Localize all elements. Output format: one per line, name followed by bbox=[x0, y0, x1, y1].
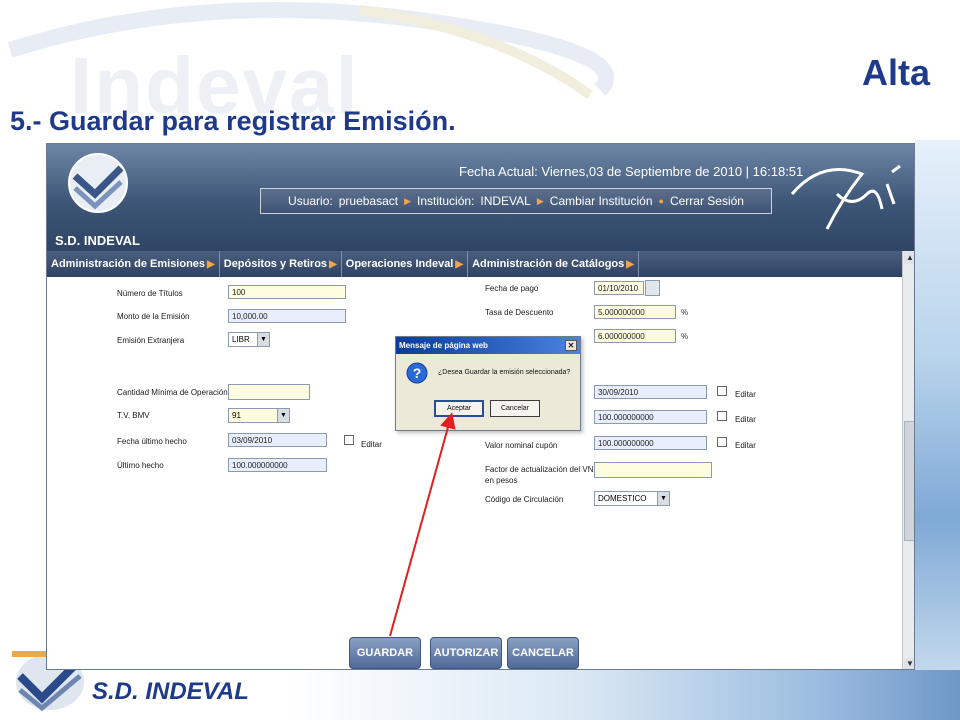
codigo-circulacion-select[interactable]: DOMESTICO ▼ bbox=[594, 491, 670, 506]
chevron-down-icon[interactable]: ▼ bbox=[657, 492, 669, 505]
fecha-field-2[interactable]: 30/09/2010 bbox=[594, 385, 707, 399]
app-window: S.D. INDEVAL Fecha Actual: Viernes,03 de… bbox=[46, 143, 915, 670]
menu-administracion-emisiones[interactable]: Administración de Emisiones ▶ bbox=[47, 251, 220, 277]
editar-checkbox[interactable] bbox=[344, 435, 354, 445]
institution-label: Institución: bbox=[417, 194, 475, 208]
signature-logo bbox=[790, 164, 901, 230]
emision-extranjera-label: Emisión Extranjera bbox=[117, 336, 185, 345]
chevron-right-icon: ▶ bbox=[455, 258, 464, 270]
main-menu: Administración de Emisiones ▶ Depósitos y… bbox=[47, 251, 914, 277]
vertical-scrollbar[interactable]: ▲ ▼ bbox=[902, 251, 914, 669]
menu-operaciones-indeval[interactable]: Operaciones Indeval ▶ bbox=[342, 251, 469, 277]
question-icon: ? bbox=[406, 362, 428, 384]
guardar-button[interactable]: GUARDAR bbox=[349, 637, 421, 669]
fecha-pago-label: Fecha de pago bbox=[485, 284, 539, 293]
monto-emision-field[interactable]: 10,000.00 bbox=[228, 309, 346, 323]
scroll-down-icon[interactable]: ▼ bbox=[904, 658, 914, 669]
valor-field-1[interactable]: 100.000000000 bbox=[594, 410, 707, 424]
institution-value: INDEVAL bbox=[480, 194, 531, 208]
factor-actualizacion-field[interactable] bbox=[594, 462, 712, 478]
user-label: Usuario: bbox=[288, 194, 333, 208]
chevron-down-icon[interactable]: ▼ bbox=[257, 333, 269, 346]
change-institution-link[interactable]: Cambiar Institución bbox=[550, 194, 653, 208]
autorizar-button[interactable]: AUTORIZAR bbox=[430, 637, 502, 669]
percent-sign: % bbox=[681, 332, 689, 341]
tasa-descuento-label: Tasa de Descuento bbox=[485, 308, 554, 317]
menu-administracion-catalogos[interactable]: Administración de Catálogos ▶ bbox=[468, 251, 639, 277]
logout-link[interactable]: Cerrar Sesión bbox=[670, 194, 744, 208]
fecha-ultimo-hecho-field[interactable]: 03/09/2010 bbox=[228, 433, 327, 447]
app-brand: S.D. INDEVAL bbox=[55, 233, 140, 248]
emission-form: Número de Títulos 100 Monto de la Emisió… bbox=[47, 277, 902, 669]
tasa-descuento-field[interactable]: 5.000000000 bbox=[594, 305, 676, 319]
dialog-cancel-button[interactable]: Cancelar bbox=[490, 400, 540, 417]
arrow-icon: ▶ bbox=[536, 195, 544, 206]
dialog-titlebar: Mensaje de página web ✕ bbox=[396, 337, 580, 354]
numero-titulos-label: Número de Títulos bbox=[117, 289, 183, 298]
editar-label: Editar bbox=[361, 440, 382, 449]
factor-actualizacion-label: Factor de actualización del VN bbox=[485, 465, 594, 474]
percent-sign: % bbox=[681, 308, 689, 317]
dialog-ok-button[interactable]: Aceptar bbox=[434, 400, 484, 417]
editar-label: Editar bbox=[735, 441, 756, 450]
confirm-dialog: Mensaje de página web ✕ ? ¿Desea Guardar… bbox=[395, 336, 581, 431]
cancelar-button[interactable]: CANCELAR bbox=[507, 637, 579, 669]
arrow-icon: ● bbox=[658, 196, 664, 206]
valor-nominal-label: Valor nominal cupón bbox=[485, 441, 558, 450]
dialog-message: ¿Desea Guardar la emisión seleccionada? bbox=[438, 369, 571, 376]
emision-extranjera-select[interactable]: LIBR ▼ bbox=[228, 332, 270, 347]
editar-label: Editar bbox=[735, 415, 756, 424]
codigo-circulacion-label: Código de Circulación bbox=[485, 495, 564, 504]
editar-checkbox[interactable] bbox=[717, 411, 727, 421]
current-date: Fecha Actual: Viernes,03 de Septiembre d… bbox=[459, 164, 804, 179]
tv-bmv-select[interactable]: 91 ▼ bbox=[228, 408, 290, 423]
menu-depositos-retiros[interactable]: Depósitos y Retiros ▶ bbox=[220, 251, 342, 277]
numero-titulos-field[interactable]: 100 bbox=[228, 285, 346, 299]
tasa-field-2[interactable]: 6.000000000 bbox=[594, 329, 676, 343]
user-value: pruebasact bbox=[338, 194, 399, 208]
scroll-up-icon[interactable]: ▲ bbox=[904, 252, 914, 264]
cantidad-minima-label: Cantidad Mínima de Operación bbox=[117, 388, 228, 397]
chevron-right-icon: ▶ bbox=[626, 258, 634, 270]
ultimo-hecho-label: Último hecho bbox=[117, 461, 164, 470]
factor-actualizacion-label-2: en pesos bbox=[485, 476, 518, 485]
ultimo-hecho-field[interactable]: 100.000000000 bbox=[228, 458, 327, 472]
slide-title: Alta bbox=[861, 52, 930, 93]
calendar-icon[interactable] bbox=[645, 280, 660, 296]
arrow-icon: ▶ bbox=[404, 195, 412, 206]
fecha-ultimo-hecho-label: Fecha último hecho bbox=[117, 437, 187, 446]
footer-brand: S.D. INDEVAL bbox=[92, 678, 249, 705]
editar-label: Editar bbox=[735, 390, 756, 399]
right-decoration bbox=[915, 140, 960, 680]
chevron-right-icon: ▶ bbox=[329, 258, 337, 270]
app-header: S.D. INDEVAL Fecha Actual: Viernes,03 de… bbox=[47, 144, 914, 251]
slide-subtitle: 5.- Guardar para registrar Emisión. bbox=[10, 106, 456, 136]
editar-checkbox[interactable] bbox=[717, 386, 727, 396]
fecha-pago-field[interactable]: 01/10/2010 bbox=[594, 281, 644, 295]
valor-nominal-field[interactable]: 100.000000000 bbox=[594, 436, 707, 450]
editar-checkbox[interactable] bbox=[717, 437, 727, 447]
cantidad-minima-field[interactable] bbox=[228, 384, 310, 400]
svg-text:?: ? bbox=[413, 365, 422, 381]
chevron-right-icon: ▶ bbox=[207, 258, 215, 270]
user-bar: Usuario: pruebasact ▶ Institución: INDEV… bbox=[260, 188, 772, 214]
scroll-thumb[interactable] bbox=[904, 421, 914, 541]
dialog-title: Mensaje de página web bbox=[399, 341, 488, 350]
indeval-logo bbox=[68, 153, 128, 213]
close-icon[interactable]: ✕ bbox=[565, 340, 577, 351]
chevron-down-icon[interactable]: ▼ bbox=[277, 409, 289, 422]
monto-emision-label: Monto de la Emisión bbox=[117, 312, 190, 321]
tv-bmv-label: T.V. BMV bbox=[117, 411, 150, 420]
